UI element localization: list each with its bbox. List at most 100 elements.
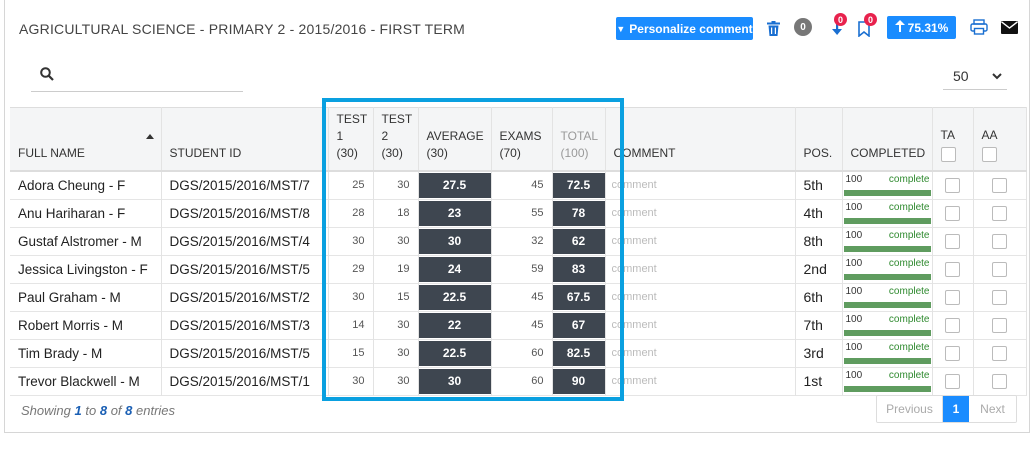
exams-score[interactable]: 45 — [491, 283, 553, 311]
exams-score[interactable]: 60 — [491, 339, 553, 367]
test1-score[interactable]: 30 — [328, 367, 374, 395]
next-page-button[interactable]: Next — [969, 396, 1016, 422]
student-id: DGS/2015/2016/MST/5 — [161, 255, 329, 283]
trash-icon[interactable] — [765, 19, 781, 37]
test2-score[interactable]: 15 — [373, 283, 419, 311]
aa-checkbox[interactable] — [992, 373, 1007, 389]
comment-field[interactable]: comment — [605, 367, 796, 395]
print-icon[interactable] — [969, 18, 989, 36]
col-exams[interactable]: EXAMS (70) — [491, 107, 553, 171]
position: 4th — [795, 199, 843, 227]
exams-score[interactable]: 45 — [491, 311, 553, 339]
ta-checkbox[interactable] — [945, 373, 960, 389]
ta-checkbox[interactable] — [945, 205, 960, 221]
col-total[interactable]: TOTAL (100) — [552, 107, 606, 171]
student-id: DGS/2015/2016/MST/2 — [161, 283, 329, 311]
comment-field[interactable]: comment — [605, 170, 796, 199]
test1-score[interactable]: 29 — [328, 255, 374, 283]
test1-score[interactable]: 30 — [328, 283, 374, 311]
test2-score[interactable]: 30 — [373, 339, 419, 367]
col-aa[interactable]: AA — [973, 107, 1027, 171]
comment-field[interactable]: comment — [605, 227, 796, 255]
col-comment[interactable]: COMMENT — [605, 107, 796, 171]
ta-checkbox[interactable] — [945, 177, 960, 193]
comment-field[interactable]: comment — [605, 199, 796, 227]
pending-count-badge[interactable]: 0 — [794, 18, 812, 36]
test2-score[interactable]: 19 — [373, 255, 419, 283]
position: 1st — [795, 367, 843, 395]
search-input[interactable] — [61, 64, 239, 88]
exams-score[interactable]: 45 — [491, 170, 553, 199]
ta-checkbox[interactable] — [945, 261, 960, 277]
col-ta[interactable]: TA — [932, 107, 974, 171]
aa-checkbox[interactable] — [992, 289, 1007, 305]
progress-button[interactable]: 75.31% — [887, 16, 956, 39]
col-average[interactable]: AVERAGE (30) — [418, 107, 492, 171]
exams-score[interactable]: 59 — [491, 255, 553, 283]
col-pos[interactable]: POS. — [795, 107, 843, 171]
test1-score[interactable]: 15 — [328, 339, 374, 367]
completed-value: 100 — [845, 369, 863, 381]
aa-checkbox[interactable] — [992, 233, 1007, 249]
aa-checkbox[interactable] — [992, 317, 1007, 333]
aa-checkbox[interactable] — [992, 345, 1007, 361]
ta-checkbox[interactable] — [945, 233, 960, 249]
caret-down-icon: ▼ — [616, 23, 626, 34]
ta-select-all-checkbox[interactable] — [940, 146, 956, 162]
page-title: AGRICULTURAL SCIENCE - PRIMARY 2 - 2015/… — [19, 21, 466, 37]
total-score: 67 — [552, 312, 604, 338]
test2-score[interactable]: 30 — [373, 367, 419, 395]
aa-checkbox[interactable] — [992, 177, 1007, 193]
test2-score[interactable]: 30 — [373, 227, 419, 255]
col-test-1[interactable]: TEST 1 (30) — [328, 107, 374, 171]
search-icon — [40, 67, 54, 81]
col-completed[interactable]: COMPLETED — [842, 107, 933, 171]
exams-score[interactable]: 60 — [491, 367, 553, 395]
search-field[interactable] — [31, 62, 243, 92]
page-size-select[interactable]: 50 — [943, 62, 1007, 90]
ta-checkbox[interactable] — [945, 289, 960, 305]
comment-field[interactable]: comment — [605, 283, 796, 311]
col-test-2[interactable]: TEST 2 (30) — [373, 107, 419, 171]
test1-score[interactable]: 28 — [328, 199, 374, 227]
completed-value: 100 — [845, 313, 863, 325]
test2-score[interactable]: 30 — [373, 170, 419, 199]
completed-value: 100 — [845, 341, 863, 353]
test2-score[interactable]: 18 — [373, 199, 419, 227]
student-name: Adora Cheung - F — [10, 170, 162, 199]
total-score: 62 — [552, 228, 604, 254]
comment-field[interactable]: comment — [605, 255, 796, 283]
aa-checkbox[interactable] — [992, 261, 1007, 277]
scores-table: FULL NAME STUDENT ID TEST 1 (30) TEST 2 (30)… — [10, 107, 1027, 396]
average-score: 22.5 — [418, 340, 490, 366]
col-student-id[interactable]: STUDENT ID — [161, 107, 329, 171]
sort-up-icon — [145, 134, 154, 139]
exams-score[interactable]: 55 — [491, 199, 553, 227]
test2-score[interactable]: 30 — [373, 311, 419, 339]
completed-word: complete — [888, 257, 930, 269]
completed-progress-bar — [843, 357, 931, 364]
aa-checkbox[interactable] — [992, 205, 1007, 221]
test1-score[interactable]: 30 — [328, 227, 374, 255]
ta-checkbox[interactable] — [945, 345, 960, 361]
student-name: Tim Brady - M — [10, 339, 162, 367]
previous-page-button[interactable]: Previous — [877, 396, 943, 422]
student-id: DGS/2015/2016/MST/7 — [161, 170, 329, 199]
completed-value: 100 — [845, 173, 863, 185]
student-id: DGS/2015/2016/MST/1 — [161, 367, 329, 395]
col-full-name[interactable]: FULL NAME — [10, 107, 162, 171]
ta-checkbox[interactable] — [945, 317, 960, 333]
completed-word: complete — [888, 285, 930, 297]
comment-field[interactable]: comment — [605, 311, 796, 339]
comment-field[interactable]: comment — [605, 339, 796, 367]
average-score: 30 — [418, 368, 490, 394]
completed-word: complete — [888, 229, 930, 241]
test1-score[interactable]: 14 — [328, 311, 374, 339]
page-1-button[interactable]: 1 — [943, 396, 969, 422]
personalize-comment-button[interactable]: ▼ Personalize comment — [616, 17, 753, 40]
exams-score[interactable]: 32 — [491, 227, 553, 255]
student-name: Gustaf Alstromer - M — [10, 227, 162, 255]
aa-select-all-checkbox[interactable] — [981, 146, 997, 162]
mail-icon[interactable] — [999, 18, 1019, 36]
test1-score[interactable]: 25 — [328, 170, 374, 199]
